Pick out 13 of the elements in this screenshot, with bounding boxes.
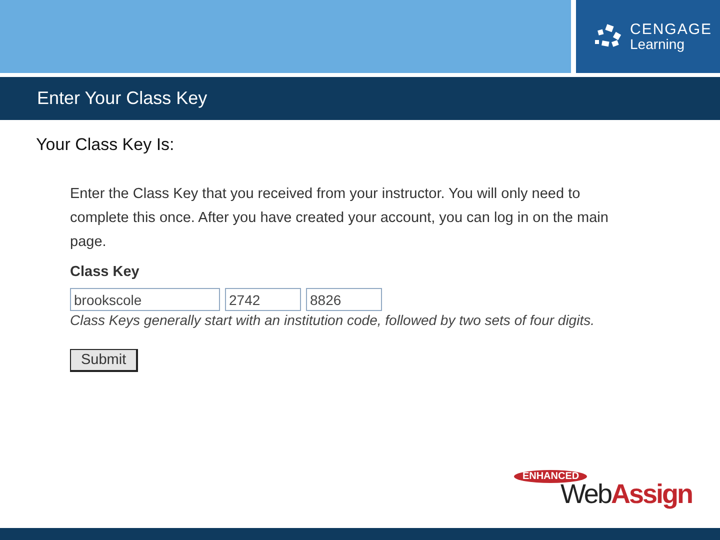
hint-text: Class Keys generally start with an institution code, followed by two sets of four digits. <box>70 312 596 328</box>
instructions: Enter the Class Key that you received from your instructor. You will only need to complete this once. After you have created your account, you can log in on the main page. <box>70 185 610 252</box>
page-title: Enter Your Class Key <box>37 88 208 109</box>
field-label: Class Key <box>70 264 140 280</box>
input-field[interactable]: brookscole <box>70 288 220 311</box>
logo-badge: ENHANCED <box>514 470 588 483</box>
cubes-icon <box>594 24 624 50</box>
logo-text: Learning <box>630 37 686 51</box>
heading: Your Class Key Is: <box>36 135 176 155</box>
submit-button[interactable]: Submit <box>70 349 138 372</box>
input-field[interactable]: 2742 <box>225 288 301 311</box>
input-field[interactable]: 8826 <box>306 288 382 311</box>
logo-text: CENGAGE <box>630 22 712 37</box>
